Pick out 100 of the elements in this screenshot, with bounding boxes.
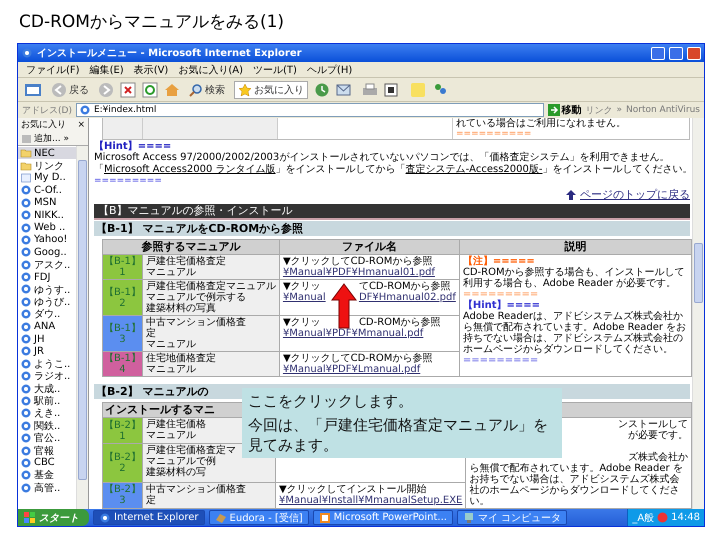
- hint-text: Microsoft Access 97/2000/2002/2003がインストールされていないパソコンでは、「価格査定システム」を利用できません。: [94, 152, 670, 164]
- click-instruction: てCD-ROMから参照: [358, 281, 452, 292]
- menu-item[interactable]: ツール(T): [253, 62, 297, 76]
- file-link[interactable]: ¥Manual¥PDF¥Lmanual.pdf: [282, 364, 420, 375]
- separator-text: =========: [94, 176, 163, 186]
- minimize-button[interactable]: [651, 46, 665, 60]
- window-icon[interactable]: [24, 82, 42, 96]
- favorite-item[interactable]: Web ..: [18, 221, 76, 234]
- favorite-item[interactable]: 基金: [18, 469, 76, 482]
- back-to-top-link[interactable]: ページのトップに戻る: [580, 188, 690, 202]
- search-button[interactable]: 検索: [186, 82, 228, 98]
- favorite-item[interactable]: ゆうす..: [18, 283, 76, 296]
- close-button[interactable]: [687, 46, 701, 60]
- favorite-item[interactable]: ようこ..: [18, 358, 76, 370]
- forward-icon[interactable]: [98, 82, 114, 98]
- favorite-item[interactable]: リンク: [18, 159, 76, 172]
- close-icon[interactable]: ×: [77, 120, 85, 130]
- separator-text: =========: [462, 289, 540, 300]
- manual-title: 住宅地価格査定 マニュアル: [142, 352, 280, 376]
- favorite-item[interactable]: NIKK..: [18, 208, 76, 222]
- norton-label[interactable]: Norton AntiVirus: [626, 105, 700, 115]
- go-button[interactable]: 移動: [548, 103, 582, 117]
- row-code: 【B-2】 3: [102, 482, 142, 508]
- favorite-item[interactable]: ダウ..: [18, 308, 76, 320]
- subsection-heading: 【B-1】 マニュアルをCD-ROMから参照: [94, 221, 690, 236]
- stop-icon[interactable]: [120, 82, 136, 98]
- note-text: Adobe Readerは、アドビシステムズ株式会社から無償で配布されています。Adobe Reader をお持ちでない場合は、アドビシステムズ株式会社のホームページからダウンロードしてください。: [462, 311, 688, 355]
- favorite-item[interactable]: 官報: [18, 444, 76, 457]
- menu-item[interactable]: ヘルプ(H): [306, 62, 352, 76]
- menu-item[interactable]: ファイル(F): [26, 62, 80, 76]
- file-link[interactable]: ¥Manual¥Install¥MmanualSetup.EXE: [279, 494, 462, 506]
- row-code: 【B-1】 2: [102, 280, 142, 316]
- home-icon[interactable]: [164, 82, 180, 98]
- note-text: ンストールして: [618, 419, 688, 430]
- menu-item[interactable]: 表示(V): [134, 62, 168, 76]
- file-link[interactable]: DF¥Hmanual02.pdf: [358, 292, 456, 303]
- favorite-item[interactable]: えき..: [18, 407, 76, 420]
- add-button[interactable]: 追加... »: [18, 131, 88, 145]
- favorite-item[interactable]: My D..: [18, 172, 76, 184]
- menu-item[interactable]: お気に入り(A): [178, 62, 243, 76]
- column-header: 説明: [459, 240, 692, 254]
- favorite-item[interactable]: 関鉄..: [18, 420, 76, 432]
- favorite-item[interactable]: 高管..: [18, 482, 76, 494]
- print-icon[interactable]: [362, 82, 378, 98]
- start-button[interactable]: スタート: [18, 509, 89, 526]
- pointer-arrow: [331, 283, 357, 329]
- favorite-item[interactable]: ANA: [18, 320, 76, 333]
- column-header: 参照するマニュアル: [102, 240, 280, 254]
- favorite-item[interactable]: 大成..: [18, 382, 76, 395]
- windows-logo-icon: [24, 512, 36, 524]
- row-code: 【B-1】 4: [102, 352, 142, 376]
- up-arrow-icon: [566, 190, 576, 200]
- favorite-item[interactable]: アスク..: [18, 258, 76, 271]
- taskbar-button[interactable]: マイ コンピュータ: [456, 510, 568, 525]
- favorite-item[interactable]: MSN: [18, 196, 76, 209]
- favorite-item[interactable]: JR: [18, 345, 76, 358]
- restore-button[interactable]: [669, 46, 683, 60]
- click-instruction: ▼クリッ: [282, 317, 322, 328]
- slide-title: CD-ROMからマニュアルをみる(1): [18, 11, 286, 34]
- taskbar-button[interactable]: Eudora - [受信]: [208, 510, 309, 525]
- file-link[interactable]: ¥Manual¥PDF¥Mmanual.pdf: [282, 328, 424, 339]
- folder-icon: [20, 160, 32, 172]
- manual-title: 戸建住宅価格査定マニュアル マニュアルで例示する 建築材料の写真: [142, 280, 280, 316]
- favorite-item[interactable]: JH: [18, 332, 76, 346]
- favorite-item[interactable]: CBC: [18, 456, 76, 470]
- note-heading: 【Hint】====: [462, 300, 542, 311]
- favorite-item[interactable]: Yahoo!: [18, 234, 76, 246]
- favorite-item[interactable]: Goog..: [18, 246, 76, 259]
- separator-text: ==========: [456, 129, 532, 139]
- scrollbar[interactable]: [76, 146, 88, 509]
- favorite-item[interactable]: 駅前..: [18, 394, 76, 408]
- text-link[interactable]: Microsoft Access2000 ランタイム版: [104, 164, 276, 175]
- history-icon[interactable]: [314, 82, 330, 98]
- favorites-button[interactable]: お気に入り: [234, 80, 308, 98]
- file-link[interactable]: ¥Manual¥PDF¥Hmanual01.pdf: [282, 267, 435, 278]
- note-text: が必要です。: [628, 430, 688, 441]
- manual-title: 戸建住宅価格査定 マニュアル: [142, 254, 280, 280]
- scrollbar[interactable]: [692, 118, 704, 509]
- row-code: 【B-1】 3: [102, 316, 142, 352]
- file-link[interactable]: ¥Manual: [282, 292, 326, 303]
- favorite-item[interactable]: ラジオ..: [18, 370, 76, 382]
- slides-icon: [318, 512, 331, 524]
- favorite-item[interactable]: FDJ: [18, 270, 76, 284]
- note-text: CD-ROMから参照する場合も、インストールして利用する場合も、Adobe Reader が必要です。: [462, 267, 686, 289]
- table-cell: [103, 118, 143, 139]
- taskbar-button[interactable]: Internet Explorer: [93, 510, 205, 525]
- manual-title: 中古マンション価格査 定 マニュアル: [142, 316, 280, 352]
- document-icon: [20, 172, 32, 184]
- address-label: アドレス(D): [22, 104, 72, 116]
- favorite-item[interactable]: 官公..: [18, 432, 76, 444]
- more-chevron[interactable]: »: [616, 105, 622, 115]
- links-label[interactable]: リンク: [586, 104, 612, 116]
- text-link[interactable]: 査定システム-Access2000版-: [406, 164, 542, 175]
- menu-item[interactable]: 編集(E): [90, 62, 124, 76]
- taskbar-button[interactable]: Microsoft PowerPoint...: [312, 510, 453, 525]
- address-field[interactable]: E:¥index.html: [76, 103, 544, 117]
- favorite-item[interactable]: C-Of..: [18, 184, 76, 197]
- favorite-item[interactable]: NEC: [18, 147, 76, 160]
- favorite-item[interactable]: ゆうび..: [18, 296, 76, 308]
- back-button[interactable]: 戻る: [48, 80, 92, 98]
